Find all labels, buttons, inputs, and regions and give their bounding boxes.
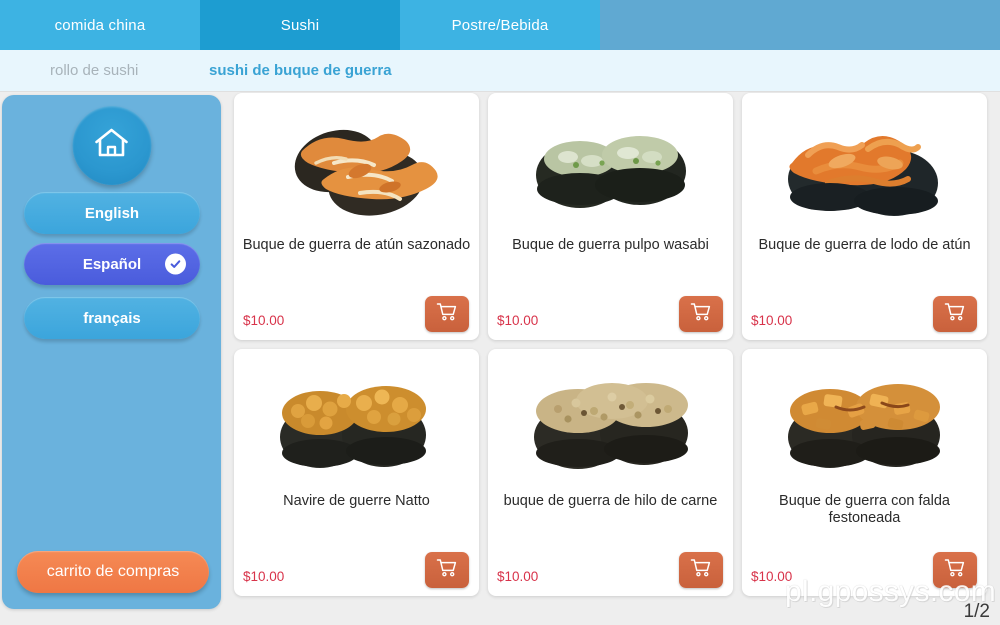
shopping-cart-icon bbox=[690, 302, 712, 327]
product-card[interactable]: Buque de guerra con falda festoneada $10… bbox=[742, 349, 987, 596]
language-label: français bbox=[83, 309, 141, 327]
language-button-espanol[interactable]: Español bbox=[24, 243, 200, 285]
pos-menu-screen: comida china Sushi Postre/Bebida rollo d… bbox=[0, 0, 1000, 625]
tab-bar-filler bbox=[600, 0, 1000, 50]
home-icon bbox=[92, 125, 132, 166]
subnav-label: sushi de buque de guerra bbox=[209, 62, 392, 79]
home-button[interactable] bbox=[72, 106, 151, 185]
add-to-cart-button[interactable] bbox=[425, 552, 469, 588]
tab-postre-bebida[interactable]: Postre/Bebida bbox=[400, 0, 600, 50]
add-to-cart-button[interactable] bbox=[425, 296, 469, 332]
shopping-cart-icon bbox=[944, 558, 966, 583]
subcategory-nav: rollo de sushi sushi de buque de guerra bbox=[0, 50, 1000, 92]
shopping-cart-icon bbox=[436, 302, 458, 327]
language-label: English bbox=[84, 204, 140, 222]
language-label: Español bbox=[82, 255, 142, 273]
subnav-item-sushi-de-buque-de-guerra[interactable]: sushi de buque de guerra bbox=[209, 62, 392, 79]
product-title: Buque de guerra de lodo de atún bbox=[758, 237, 971, 253]
product-image bbox=[234, 101, 479, 241]
shopping-cart-icon bbox=[436, 558, 458, 583]
check-circle-icon bbox=[165, 253, 186, 275]
subnav-label: rollo de sushi bbox=[50, 62, 139, 79]
add-to-cart-button[interactable] bbox=[679, 552, 723, 588]
product-title: Buque de guerra pulpo wasabi bbox=[512, 237, 709, 253]
product-image bbox=[742, 357, 987, 497]
shopping-cart-icon bbox=[690, 558, 712, 583]
product-card[interactable]: Navire de guerre Natto $10.00 bbox=[234, 349, 479, 596]
category-tab-bar: comida china Sushi Postre/Bebida bbox=[0, 0, 1000, 50]
subnav-item-rollo-de-sushi[interactable]: rollo de sushi bbox=[50, 62, 138, 79]
product-price: $10.00 bbox=[243, 313, 285, 328]
language-button-francais[interactable]: français bbox=[24, 297, 200, 339]
product-title: Buque de guerra de atún sazonado bbox=[242, 237, 471, 253]
tab-label: Sushi bbox=[280, 16, 320, 34]
product-card[interactable]: buque de guerra de hilo de carne $10.00 bbox=[488, 349, 733, 596]
tab-sushi[interactable]: Sushi bbox=[200, 0, 400, 50]
product-image bbox=[234, 357, 479, 497]
product-title: Navire de guerre Natto bbox=[283, 493, 430, 509]
tab-comida-china[interactable]: comida china bbox=[0, 0, 200, 50]
add-to-cart-button[interactable] bbox=[933, 296, 977, 332]
add-to-cart-button[interactable] bbox=[933, 552, 977, 588]
shopping-cart-button[interactable]: carrito de compras bbox=[17, 551, 209, 593]
product-grid: Buque de guerra de atún sazonado $10.00 bbox=[234, 93, 994, 596]
product-title: Buque de guerra con falda festoneada bbox=[779, 493, 950, 527]
product-price: $10.00 bbox=[497, 313, 539, 328]
product-price: $10.00 bbox=[751, 313, 793, 328]
product-price: $10.00 bbox=[243, 569, 285, 584]
product-price: $10.00 bbox=[497, 569, 539, 584]
product-image bbox=[488, 357, 733, 497]
shopping-cart-icon bbox=[944, 302, 966, 327]
shopping-cart-label: carrito de compras bbox=[46, 563, 180, 580]
page-indicator: 1/2 bbox=[963, 601, 990, 622]
tab-label: comida china bbox=[54, 16, 146, 34]
product-card[interactable]: Buque de guerra de lodo de atún $10.00 bbox=[742, 93, 987, 340]
tab-label: Postre/Bebida bbox=[451, 16, 549, 34]
add-to-cart-button[interactable] bbox=[679, 296, 723, 332]
product-title: buque de guerra de hilo de carne bbox=[503, 493, 718, 509]
product-card[interactable]: Buque de guerra pulpo wasabi $10.00 bbox=[488, 93, 733, 340]
product-price: $10.00 bbox=[751, 569, 793, 584]
product-card[interactable]: Buque de guerra de atún sazonado $10.00 bbox=[234, 93, 479, 340]
product-image bbox=[742, 101, 987, 241]
language-button-english[interactable]: English bbox=[24, 192, 200, 234]
sidebar-panel: English Español français carrito de comp… bbox=[2, 95, 221, 609]
product-image bbox=[488, 101, 733, 241]
